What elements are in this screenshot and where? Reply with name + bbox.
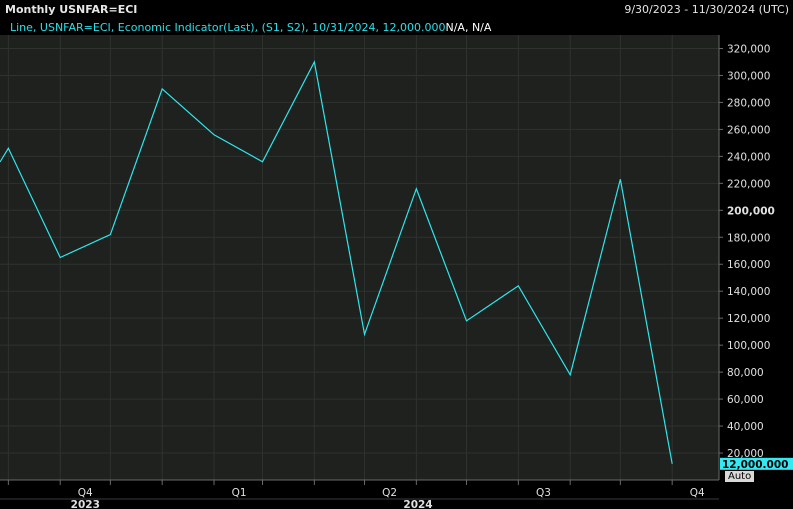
y-tick-label: 140,000 [727, 286, 770, 298]
data-point [213, 133, 216, 136]
y-tick-label: 100,000 [727, 340, 770, 352]
plot-area [0, 35, 719, 480]
line-chart[interactable]: 20,00040,00060,00080,000100,000120,00014… [0, 0, 793, 509]
y-tick-label: 120,000 [727, 313, 770, 325]
data-point [261, 160, 264, 163]
data-point [59, 256, 62, 259]
x-quarter-label: Q4 [690, 487, 705, 499]
auto-scale-button[interactable]: Auto [725, 471, 755, 482]
data-point [363, 333, 366, 336]
last-value-label: 12,000.000 [722, 459, 788, 471]
data-point [569, 373, 572, 376]
y-tick-label: 80,000 [727, 367, 764, 379]
y-axis-ticks: 20,00040,00060,00080,000100,000120,00014… [719, 43, 775, 460]
data-point [465, 319, 468, 322]
data-point [517, 284, 520, 287]
y-tick-label: 260,000 [727, 124, 770, 136]
data-point [619, 178, 622, 181]
data-point [313, 60, 316, 63]
y-tick-label: 180,000 [727, 232, 770, 244]
y-tick-label: 160,000 [727, 259, 770, 271]
x-year-label: 2024 [403, 499, 432, 509]
y-tick-label: 40,000 [727, 421, 764, 433]
data-point [415, 187, 418, 190]
y-tick-label: 280,000 [727, 97, 770, 109]
y-tick-label: 60,000 [727, 394, 764, 406]
data-point [109, 233, 112, 236]
x-quarter-label: Q4 [78, 487, 93, 499]
x-quarter-label: Q3 [536, 487, 551, 499]
data-point [161, 87, 164, 90]
y-tick-label: 320,000 [727, 43, 770, 55]
x-axis-ticks: Q4 Q1 Q2 Q3 Q42023 2024 [0, 480, 719, 509]
last-value-badge: 12,000.000 [720, 457, 793, 471]
y-tick-label: 300,000 [727, 70, 770, 82]
data-point [671, 462, 674, 465]
y-tick-label: 200,000 [727, 205, 775, 217]
y-tick-label: 240,000 [727, 151, 770, 163]
data-point [7, 147, 10, 150]
x-year-label: 2023 [71, 499, 100, 509]
y-tick-label: 220,000 [727, 178, 770, 190]
x-quarter-label: Q1 [232, 487, 247, 499]
x-quarter-label: Q2 [382, 487, 397, 499]
